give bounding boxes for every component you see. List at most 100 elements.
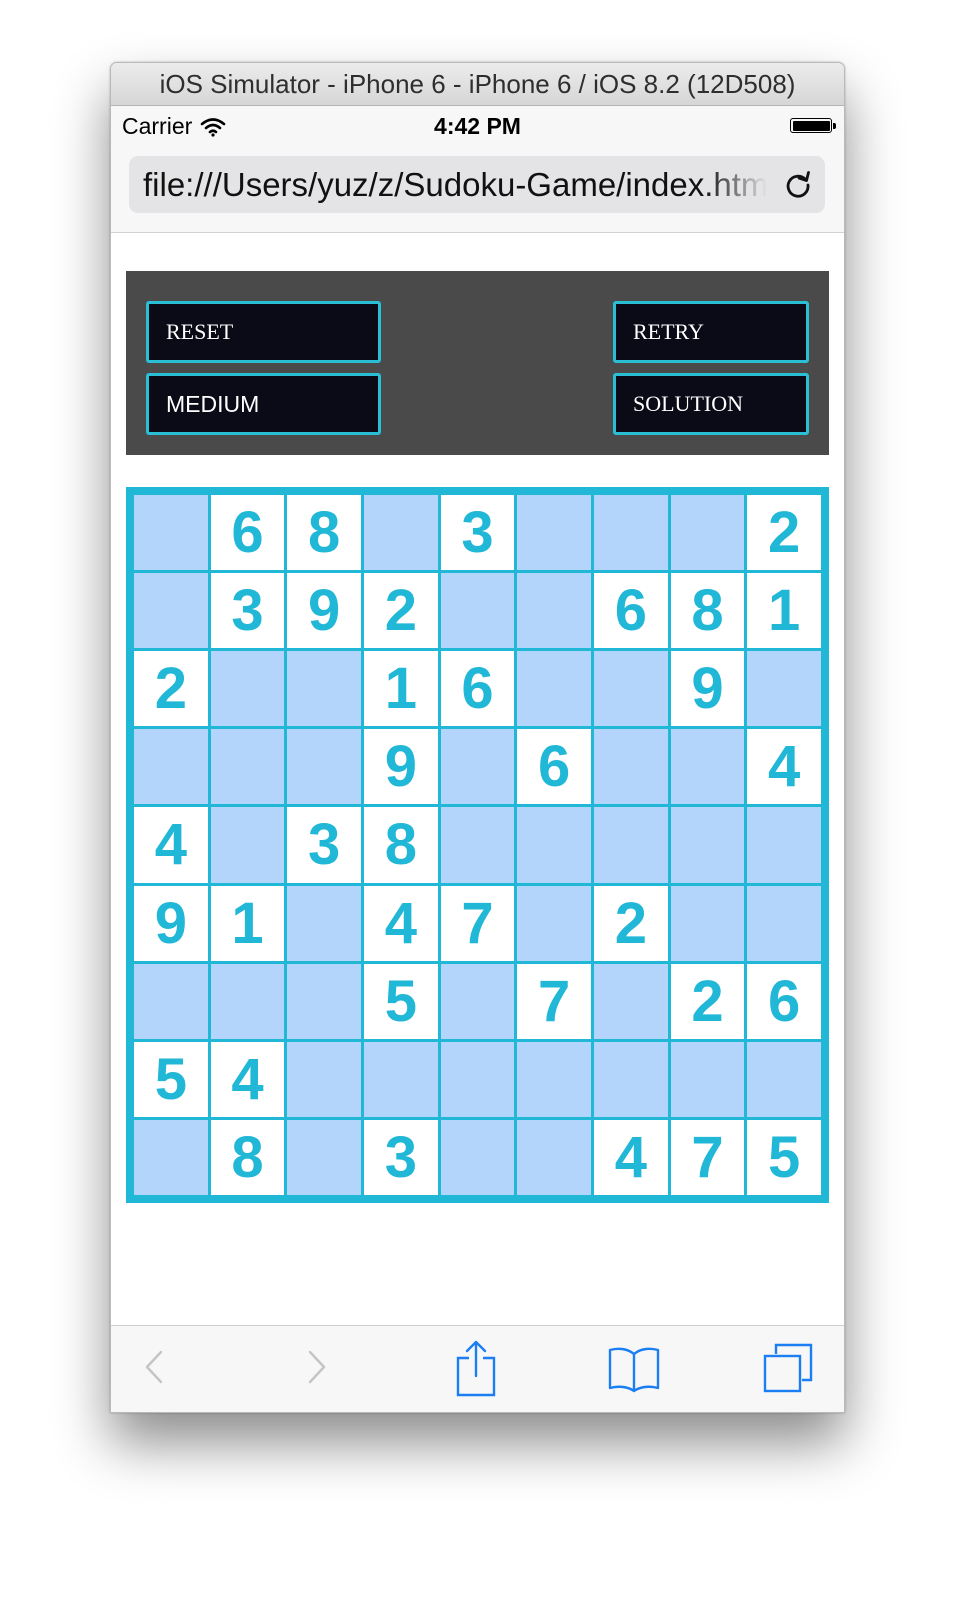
sudoku-cell: 3 (287, 807, 361, 883)
sudoku-cell: 7 (670, 1119, 745, 1195)
sudoku-cell[interactable] (440, 1041, 515, 1117)
sudoku-cell[interactable] (210, 729, 285, 805)
sudoku-cell: 8 (364, 807, 438, 883)
sudoku-cell[interactable] (594, 651, 668, 727)
sudoku-cell[interactable] (670, 729, 745, 805)
retry-button[interactable]: RETRY (613, 301, 809, 363)
sudoku-cell: 4 (594, 1119, 668, 1195)
sudoku-cell: 6 (517, 729, 591, 805)
sudoku-cell: 2 (670, 963, 745, 1039)
sudoku-cell: 6 (440, 651, 515, 727)
sudoku-cell[interactable] (440, 729, 515, 805)
sudoku-cell[interactable] (747, 651, 821, 727)
sudoku-cell[interactable] (440, 573, 515, 649)
sudoku-cell: 6 (210, 495, 285, 571)
window-title: iOS Simulator - iPhone 6 - iPhone 6 / iO… (111, 63, 844, 106)
sudoku-cell[interactable] (210, 963, 285, 1039)
sudoku-cell: 2 (747, 495, 821, 571)
sudoku-cell: 2 (364, 573, 438, 649)
address-bar[interactable]: file:///Users/yuz/z/Sudoku-Game/index.ht… (129, 156, 825, 213)
safari-header: Carrier 4:42 PM file:///Users/yuz/z/Sudo… (111, 106, 844, 233)
sudoku-cell: 4 (210, 1041, 285, 1117)
sudoku-cell: 9 (364, 729, 438, 805)
reload-icon[interactable] (783, 169, 813, 199)
sudoku-cell[interactable] (210, 807, 285, 883)
sudoku-cell[interactable] (134, 573, 208, 649)
sudoku-cell[interactable] (440, 963, 515, 1039)
sudoku-cell[interactable] (594, 729, 668, 805)
sudoku-cell[interactable] (670, 885, 745, 961)
share-icon[interactable] (453, 1338, 499, 1398)
sudoku-cell[interactable] (517, 807, 591, 883)
sudoku-cell[interactable] (594, 963, 668, 1039)
safari-toolbar (111, 1325, 844, 1412)
sudoku-cell[interactable] (517, 1119, 591, 1195)
sudoku-cell[interactable] (517, 573, 591, 649)
sudoku-cell[interactable] (134, 963, 208, 1039)
sudoku-cell[interactable] (287, 729, 361, 805)
sudoku-cell[interactable] (517, 495, 591, 571)
sudoku-cell: 9 (287, 573, 361, 649)
sudoku-cell[interactable] (287, 651, 361, 727)
sudoku-cell[interactable] (287, 885, 361, 961)
sudoku-cell[interactable] (440, 1119, 515, 1195)
sudoku-cell: 2 (594, 885, 668, 961)
solution-button[interactable]: SOLUTION (613, 373, 809, 435)
back-icon[interactable] (137, 1340, 171, 1396)
reset-button[interactable]: RESET (146, 301, 381, 363)
battery-icon (790, 118, 836, 133)
sudoku-cell: 3 (364, 1119, 438, 1195)
sudoku-cell: 2 (134, 651, 208, 727)
sudoku-cell[interactable] (210, 651, 285, 727)
control-panel: RESET RETRY MEDIUM SOLUTION (126, 271, 829, 455)
sudoku-cell[interactable] (134, 495, 208, 571)
sudoku-cell[interactable] (364, 1041, 438, 1117)
sudoku-cell[interactable] (287, 1119, 361, 1195)
sudoku-cell: 5 (747, 1119, 821, 1195)
sudoku-cell[interactable] (364, 495, 438, 571)
sudoku-cell[interactable] (134, 729, 208, 805)
sudoku-cell: 4 (134, 807, 208, 883)
url-text[interactable]: file:///Users/yuz/z/Sudoku-Game/index.ht… (143, 156, 767, 213)
sudoku-cell[interactable] (747, 1041, 821, 1117)
sudoku-cell: 5 (364, 963, 438, 1039)
sudoku-cell[interactable] (594, 1041, 668, 1117)
sudoku-cell[interactable] (517, 885, 591, 961)
forward-icon[interactable] (300, 1340, 334, 1396)
sudoku-cell: 5 (134, 1041, 208, 1117)
sudoku-cell: 9 (670, 651, 745, 727)
status-time: 4:42 PM (434, 113, 521, 139)
sudoku-cell: 6 (747, 963, 821, 1039)
sudoku-board: 683239268121699644389147257265483475 (126, 487, 829, 1203)
sudoku-cell[interactable] (747, 885, 821, 961)
sudoku-cell[interactable] (670, 495, 745, 571)
sudoku-cell[interactable] (287, 963, 361, 1039)
bookmarks-icon[interactable] (607, 1344, 661, 1394)
sudoku-cell[interactable] (747, 807, 821, 883)
sudoku-cell: 9 (134, 885, 208, 961)
sudoku-cell[interactable] (594, 495, 668, 571)
sudoku-cell: 8 (287, 495, 361, 571)
sudoku-cell[interactable] (134, 1119, 208, 1195)
simulator-window: iOS Simulator - iPhone 6 - iPhone 6 / iO… (110, 62, 845, 1413)
sudoku-cell[interactable] (517, 651, 591, 727)
sudoku-cell: 8 (670, 573, 745, 649)
sudoku-cell: 4 (747, 729, 821, 805)
sudoku-cell[interactable] (517, 1041, 591, 1117)
sudoku-cell: 1 (210, 885, 285, 961)
sudoku-cell[interactable] (287, 1041, 361, 1117)
sudoku-cell: 4 (364, 885, 438, 961)
sudoku-cell: 3 (210, 573, 285, 649)
difficulty-select[interactable]: MEDIUM (146, 373, 381, 435)
tabs-icon[interactable] (762, 1342, 814, 1394)
sudoku-cell: 3 (440, 495, 515, 571)
sudoku-cell: 1 (747, 573, 821, 649)
sudoku-cell: 6 (594, 573, 668, 649)
sudoku-cell: 1 (364, 651, 438, 727)
sudoku-cell[interactable] (594, 807, 668, 883)
sudoku-cell: 7 (440, 885, 515, 961)
sudoku-cell[interactable] (670, 807, 745, 883)
sudoku-cell[interactable] (440, 807, 515, 883)
sudoku-cell[interactable] (670, 1041, 745, 1117)
sudoku-cell: 8 (210, 1119, 285, 1195)
